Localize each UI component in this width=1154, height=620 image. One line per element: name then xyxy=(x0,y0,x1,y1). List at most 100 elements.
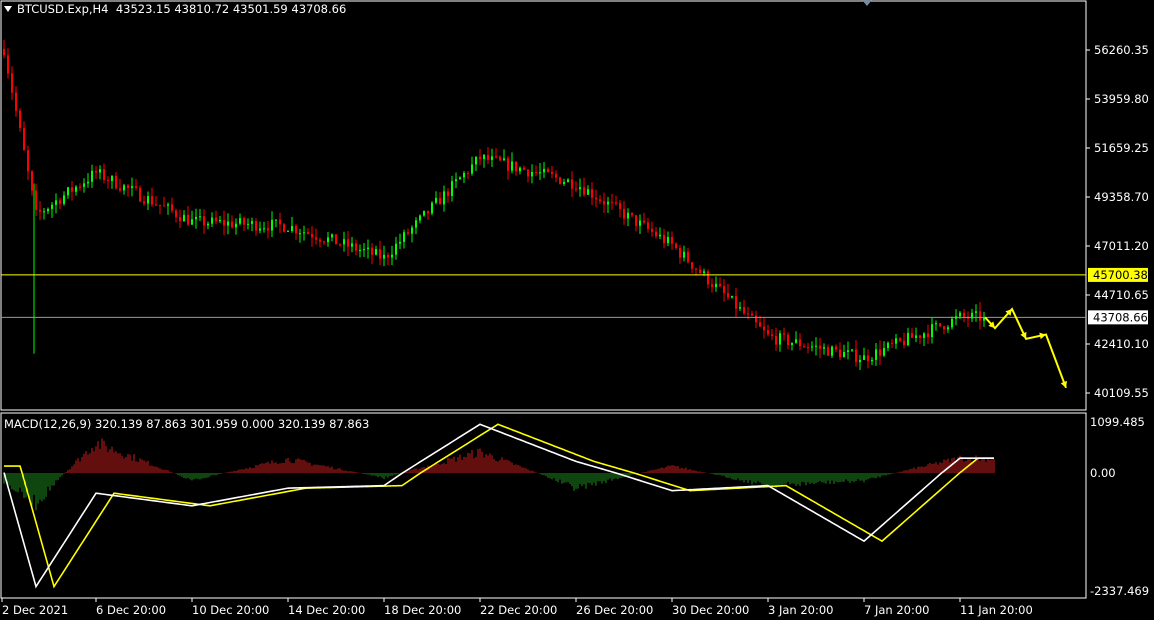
candle-body-99 xyxy=(399,241,401,244)
candle-body-231 xyxy=(927,333,929,338)
price-tick-label-5: 44710.65 xyxy=(1094,288,1149,302)
candle-body-197 xyxy=(791,342,793,345)
candle-body-106 xyxy=(427,210,429,214)
macd-main-line xyxy=(3,423,994,589)
candle-body-96 xyxy=(387,254,389,258)
candle-body-3 xyxy=(15,92,17,111)
macd-tick-label-0: 1099.485 xyxy=(1090,415,1145,429)
candle-body-129 xyxy=(519,167,521,172)
candle-body-151 xyxy=(607,201,609,205)
candle-body-22 xyxy=(91,170,93,182)
candle-body-95 xyxy=(383,254,385,259)
time-tick-label-10: 11 Jan 20:00 xyxy=(960,603,1033,617)
candle-body-147 xyxy=(591,189,593,198)
candle-body-244 xyxy=(979,311,981,321)
candle-body-240 xyxy=(963,312,965,317)
candle-body-185 xyxy=(743,307,745,314)
candle-body-51 xyxy=(207,223,209,226)
candle-body-202 xyxy=(811,346,813,348)
candle-body-232 xyxy=(931,324,933,338)
candle-body-228 xyxy=(915,335,917,338)
candle-body-182 xyxy=(731,296,733,298)
candle-body-209 xyxy=(839,349,841,358)
candle-body-74 xyxy=(299,233,301,235)
candles-group xyxy=(3,40,985,371)
candle-body-114 xyxy=(459,177,461,180)
candle-body-136 xyxy=(547,168,549,173)
macd-histogram xyxy=(3,438,995,511)
candle-body-31 xyxy=(127,185,129,188)
candle-body-110 xyxy=(443,191,445,205)
time-tick-label-3: 14 Dec 20:00 xyxy=(288,603,365,617)
candle-body-142 xyxy=(571,179,573,189)
candle-body-14 xyxy=(59,200,61,204)
chart-header: BTCUSD.Exp,H4 43523.15 43810.72 43501.59… xyxy=(4,2,346,16)
candle-body-143 xyxy=(575,188,577,190)
candle-body-73 xyxy=(295,225,297,234)
candle-body-86 xyxy=(347,239,349,247)
time-tick-label-2: 10 Dec 20:00 xyxy=(192,603,269,617)
candle-body-15 xyxy=(63,195,65,204)
candle-body-213 xyxy=(855,349,857,363)
candle-body-50 xyxy=(203,216,205,226)
candle-body-66 xyxy=(267,228,269,231)
candle-body-210 xyxy=(843,351,845,358)
macd-header: MACD(12,26,9) 320.139 87.863 301.959 0.0… xyxy=(4,417,370,431)
candle-body-234 xyxy=(939,323,941,327)
candle-body-67 xyxy=(271,219,273,231)
price-tick-label-3: 49358.70 xyxy=(1094,190,1149,204)
candle-body-189 xyxy=(759,322,761,327)
time-tick-label-5: 22 Dec 20:00 xyxy=(480,603,557,617)
candle-body-173 xyxy=(695,268,697,270)
candle-body-90 xyxy=(363,249,365,251)
candle-body-132 xyxy=(531,172,533,177)
candle-body-113 xyxy=(455,179,457,182)
time-tick-label-4: 18 Dec 20:00 xyxy=(384,603,461,617)
current-price-label: 43708.66 xyxy=(1093,310,1148,324)
candle-body-12 xyxy=(51,204,53,209)
candle-body-139 xyxy=(559,177,561,184)
candle-body-170 xyxy=(683,251,685,258)
candle-body-125 xyxy=(503,158,505,161)
candle-body-88 xyxy=(355,243,357,251)
candle-body-223 xyxy=(895,338,897,344)
candle-body-7 xyxy=(31,171,33,191)
candle-body-59 xyxy=(239,218,241,224)
candle-body-78 xyxy=(315,237,317,240)
candle-body-154 xyxy=(619,203,621,209)
candle-body-162 xyxy=(651,228,653,232)
candle-body-216 xyxy=(867,355,869,362)
candle-body-81 xyxy=(327,237,329,243)
candle-body-40 xyxy=(163,205,165,207)
candle-body-36 xyxy=(147,196,149,204)
candle-body-187 xyxy=(751,313,753,316)
candle-body-44 xyxy=(179,217,181,222)
candle-body-186 xyxy=(747,313,749,315)
price-chart[interactable]: 56260.35 53959.80 51659.25 49358.70 47011.20… xyxy=(0,0,1154,620)
candle-body-100 xyxy=(403,232,405,242)
candle-body-46 xyxy=(187,214,189,225)
candle-body-112 xyxy=(451,181,453,196)
candle-body-107 xyxy=(431,202,433,214)
candle-body-211 xyxy=(847,350,849,352)
candle-body-206 xyxy=(827,347,829,356)
candle-body-122 xyxy=(491,156,493,160)
candle-body-233 xyxy=(935,323,937,325)
candle-body-75 xyxy=(303,232,305,234)
candle-body-171 xyxy=(687,251,689,263)
collapse-triangle-icon[interactable] xyxy=(4,6,12,12)
candle-body-169 xyxy=(679,248,681,258)
price-tick-label-1: 53959.80 xyxy=(1094,92,1149,106)
candle-body-72 xyxy=(291,225,293,231)
candle-body-79 xyxy=(319,239,321,242)
candle-body-2 xyxy=(11,73,13,93)
candle-body-157 xyxy=(631,212,633,216)
candle-body-34 xyxy=(139,187,141,202)
candle-body-69 xyxy=(279,219,281,225)
candle-body-237 xyxy=(951,318,953,328)
candle-body-111 xyxy=(447,191,449,196)
candle-body-101 xyxy=(407,232,409,234)
candle-body-146 xyxy=(587,189,589,195)
candle-body-207 xyxy=(831,346,833,356)
candle-body-198 xyxy=(795,339,797,343)
